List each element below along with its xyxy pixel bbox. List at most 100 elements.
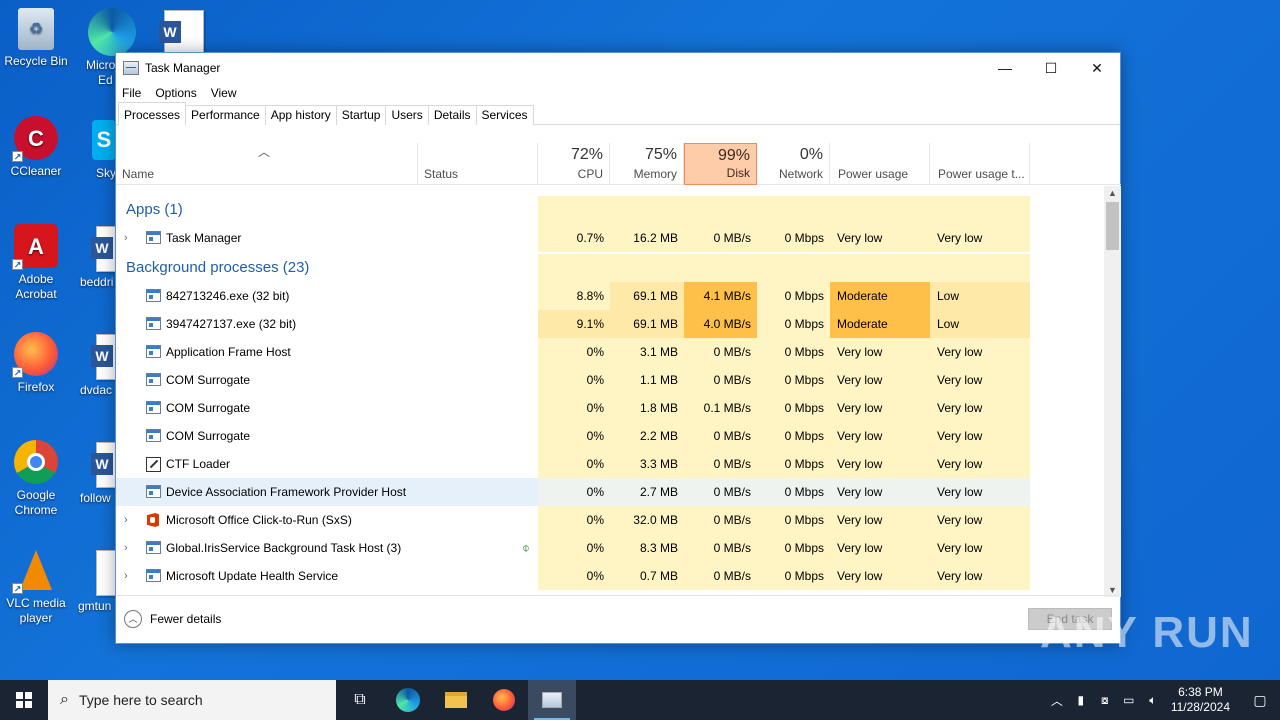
process-icon xyxy=(146,345,161,358)
group-title: Background processes (23) xyxy=(126,259,310,276)
word-document-icon[interactable]: W xyxy=(159,10,204,56)
tab-strip: Processes Performance App history Startu… xyxy=(116,102,1120,126)
process-row[interactable]: Device Association Framework Provider Ho… xyxy=(116,478,1106,506)
system-tray: ︿ ▮ ⧇ ▭ 🔈︎ 6:38 PM 11/28/2024 ▢ xyxy=(1045,680,1280,720)
scrollbar-thumb[interactable] xyxy=(1106,202,1119,250)
process-icon xyxy=(146,289,161,302)
expand-chevron-icon[interactable]: › xyxy=(124,224,128,252)
expand-chevron-icon[interactable]: › xyxy=(124,534,128,562)
column-header-status[interactable]: Status xyxy=(418,143,538,185)
expand-chevron-icon[interactable]: › xyxy=(124,562,128,590)
desktop-icon-chrome[interactable]: Google Chrome xyxy=(0,440,72,518)
desktop-icon-recycle-bin[interactable]: ♻ Recycle Bin xyxy=(0,8,72,69)
column-header-power-usage[interactable]: Power usage xyxy=(830,143,930,185)
column-header-cpu[interactable]: 72% CPU xyxy=(538,143,610,185)
edge-taskbar-icon[interactable] xyxy=(384,680,432,720)
name-cell: COM Surrogate xyxy=(116,422,418,450)
group-header[interactable]: Background processes (23) xyxy=(116,254,1106,282)
process-row[interactable]: › Microsoft Update Health Service 0% 0.7 MB… xyxy=(116,562,1106,590)
word-document-icon[interactable]: W xyxy=(91,226,116,272)
disk-cell: 0 MB/s xyxy=(684,422,757,450)
vertical-scrollbar[interactable]: ▲ ▼ xyxy=(1104,186,1121,597)
taskbar-search-box[interactable]: ⌕ Type here to search xyxy=(48,680,336,720)
firefox-taskbar-icon[interactable] xyxy=(480,680,528,720)
empty-cell xyxy=(684,196,757,224)
network-cell: 0 Mbps xyxy=(757,506,830,534)
notification-icon[interactable]: ▢ xyxy=(1240,692,1280,709)
tab-processes[interactable]: Processes xyxy=(118,102,187,126)
image-document-icon[interactable] xyxy=(96,550,116,596)
tab-services[interactable]: Services xyxy=(475,105,534,125)
task-view-icon[interactable]: ⧉ xyxy=(336,680,384,720)
vlc-icon: ↗ xyxy=(12,548,58,594)
task-manager-taskbar-icon[interactable] xyxy=(528,680,576,720)
memory-cell: 3.1 MB xyxy=(610,338,684,366)
name-cell: COM Surrogate xyxy=(116,366,418,394)
skype-desktop-icon[interactable]: S xyxy=(92,120,116,160)
process-row[interactable]: Application Frame Host 0% 3.1 MB 0 MB/s 0 Mb… xyxy=(116,338,1106,366)
network-cell: 0 Mbps xyxy=(757,534,830,562)
tab-users[interactable]: Users xyxy=(385,105,429,125)
process-row[interactable]: › Task Manager 0.7% 16.2 MB 0 MB/s 0 Mbps Very… xyxy=(116,224,1106,252)
column-header-power-usage-trend[interactable]: Power usage t... xyxy=(930,143,1030,185)
desktop-icon-label: Adobe Acrobat xyxy=(15,272,57,301)
minimize-button[interactable]: — xyxy=(982,53,1028,83)
file-explorer-icon[interactable] xyxy=(432,680,480,720)
clock[interactable]: 6:38 PM 11/28/2024 xyxy=(1171,685,1230,715)
column-header-name[interactable]: ︿ Name xyxy=(116,143,418,185)
maximize-button[interactable]: ☐ xyxy=(1028,53,1074,83)
network-icon[interactable]: ▭ xyxy=(1117,693,1141,707)
desktop-icon-vlc[interactable]: ↗ VLC media player xyxy=(0,548,72,626)
chevron-up-icon[interactable]: ︿ xyxy=(1045,692,1069,709)
column-header-memory[interactable]: 75% Memory xyxy=(610,143,684,185)
tab-details[interactable]: Details xyxy=(427,105,477,125)
desktop-icon-ccleaner[interactable]: C ↗ CCleaner xyxy=(0,116,72,179)
memory-cell: 69.1 MB xyxy=(610,310,684,338)
process-row[interactable]: COM Surrogate 0% 1.8 MB 0.1 MB/s 0 Mbps Very … xyxy=(116,394,1106,422)
expand-chevron-icon[interactable]: › xyxy=(124,506,128,534)
start-button[interactable] xyxy=(0,680,48,720)
process-row[interactable]: › Microsoft Office Click-to-Run (SxS) 0% 32… xyxy=(116,506,1106,534)
power-usage-cell: Very low xyxy=(830,450,930,478)
title-bar[interactable]: Task Manager — ☐ ✕ xyxy=(116,53,1120,83)
fewer-details-button[interactable]: ︿ Fewer details xyxy=(124,610,221,628)
tab-performance[interactable]: Performance xyxy=(185,105,266,125)
menu-file[interactable]: File xyxy=(122,86,141,100)
battery-icon[interactable]: ▮ xyxy=(1069,693,1093,707)
desktop-icon-label: VLC media player xyxy=(6,596,66,625)
column-headers: ︿ Name Status 72% CPU 75% Memory 99% Dis… xyxy=(116,143,1121,185)
process-row[interactable]: CTF Loader 0% 3.3 MB 0 MB/s 0 Mbps Very low Ve… xyxy=(116,450,1106,478)
scroll-up-icon[interactable]: ▲ xyxy=(1104,186,1121,200)
process-row[interactable]: COM Surrogate 0% 2.2 MB 0 MB/s 0 Mbps Very lo… xyxy=(116,422,1106,450)
network-cell: 0 Mbps xyxy=(757,478,830,506)
desktop-icon-adobe-acrobat[interactable]: A ↗ Adobe Acrobat xyxy=(0,224,72,302)
process-row[interactable]: 3947427137.exe (32 bit) 9.1% 69.1 MB 4.0 MB… xyxy=(116,310,1106,338)
tab-startup[interactable]: Startup xyxy=(335,105,387,125)
disk-cell: 4.0 MB/s xyxy=(684,310,757,338)
power-usage-trend-cell: Very low xyxy=(930,394,1030,422)
memory-cell: 1.8 MB xyxy=(610,394,684,422)
disk-cell: 0.1 MB/s xyxy=(684,394,757,422)
volume-icon[interactable]: 🔈︎ xyxy=(1141,693,1165,708)
process-row[interactable]: 842713246.exe (32 bit) 8.8% 69.1 MB 4.1 MB/… xyxy=(116,282,1106,310)
close-button[interactable]: ✕ xyxy=(1074,53,1120,83)
word-document-icon[interactable]: W xyxy=(91,442,116,488)
desktop-icon-firefox[interactable]: ↗ Firefox xyxy=(0,332,72,395)
process-row[interactable]: › Global.IrisService Background Task Host… xyxy=(116,534,1106,562)
process-row[interactable]: COM Surrogate 0% 1.1 MB 0 MB/s 0 Mbps Very lo… xyxy=(116,366,1106,394)
column-header-network[interactable]: 0% Network xyxy=(757,143,830,185)
desktop-icon-label: CCleaner xyxy=(10,164,62,178)
menu-view[interactable]: View xyxy=(211,86,237,100)
word-document-icon[interactable]: W xyxy=(91,334,116,380)
process-name: Global.IrisService Background Task Host … xyxy=(166,541,402,555)
cpu-cell: 0% xyxy=(538,478,610,506)
menu-options[interactable]: Options xyxy=(155,86,196,100)
tab-app-history[interactable]: App history xyxy=(264,105,337,125)
column-header-disk[interactable]: 99% Disk xyxy=(684,143,757,185)
group-header[interactable]: Apps (1) xyxy=(116,196,1106,224)
cpu-cell: 0% xyxy=(538,366,610,394)
power-usage-cell: Very low xyxy=(830,366,930,394)
edge-desktop-icon[interactable] xyxy=(88,8,136,56)
power-usage-cell: Very low xyxy=(830,562,930,590)
device-icon[interactable]: ⧇ xyxy=(1093,693,1117,708)
